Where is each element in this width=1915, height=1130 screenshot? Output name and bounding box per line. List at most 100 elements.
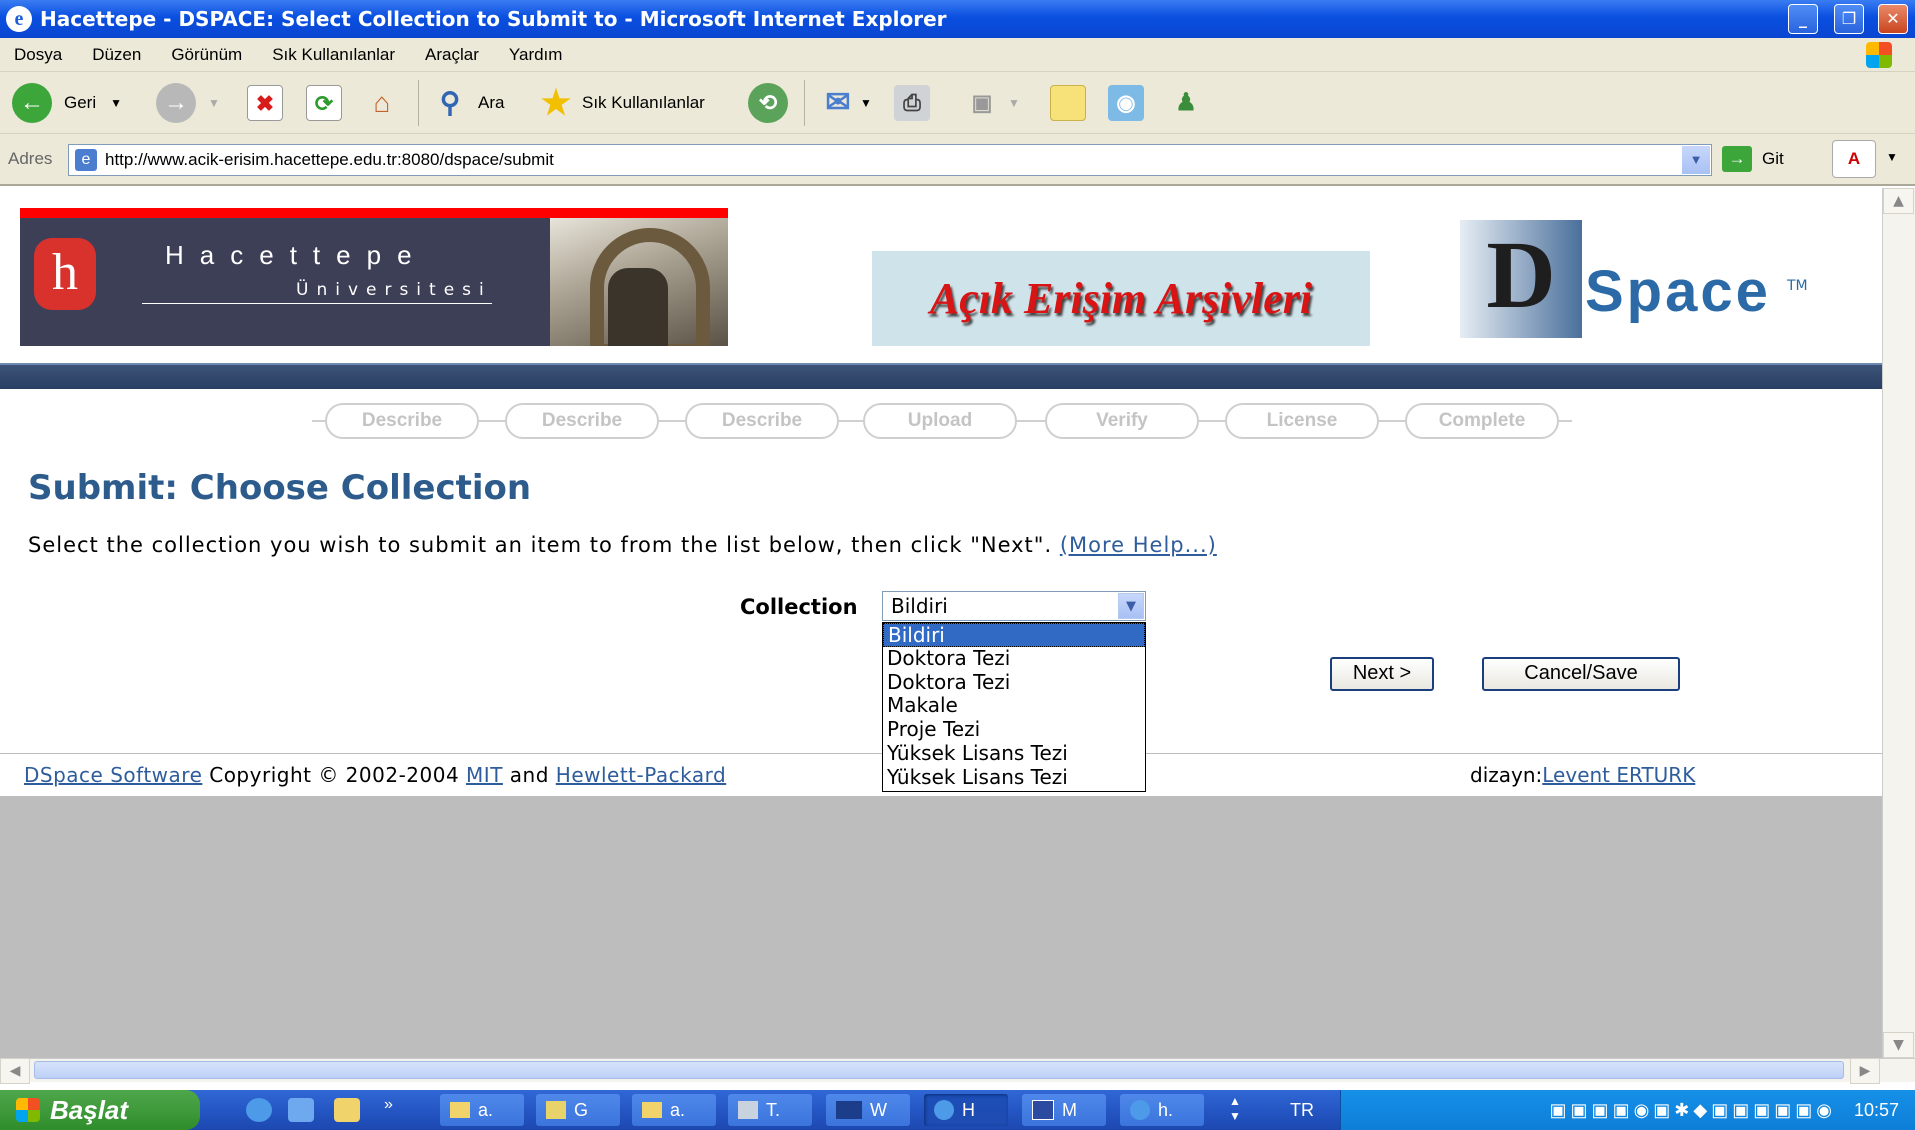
- edit-icon: ▣: [971, 90, 993, 115]
- collection-option[interactable]: Doktora Tezi: [883, 646, 1145, 671]
- collection-option[interactable]: Yüksek Lisans Tezi: [883, 765, 1145, 790]
- task-button[interactable]: T.: [728, 1094, 812, 1126]
- more-quicklaunch-icon[interactable]: »: [384, 1096, 393, 1114]
- menu-yardim[interactable]: Yardım: [509, 45, 563, 65]
- print-icon[interactable]: ⎙: [894, 85, 930, 121]
- address-input[interactable]: e http://www.acik-erisim.hacettepe.edu.t…: [68, 144, 1712, 176]
- forward-button[interactable]: → ▼: [156, 72, 220, 134]
- language-indicator[interactable]: TR: [1290, 1100, 1314, 1121]
- collection-option[interactable]: Proje Tezi: [883, 717, 1145, 742]
- computer-icon: [738, 1101, 758, 1119]
- stop-icon[interactable]: ✖: [247, 85, 283, 121]
- collection-select[interactable]: Bildiri ▼: [882, 591, 1146, 621]
- menu-araclar[interactable]: Araçlar: [425, 45, 479, 65]
- folder-icon: [642, 1102, 662, 1118]
- address-label: Adres: [8, 149, 53, 168]
- scroll-left-icon[interactable]: ◀: [0, 1058, 30, 1084]
- start-button[interactable]: Başlat: [0, 1090, 200, 1130]
- task-button[interactable]: a.: [440, 1094, 524, 1126]
- messenger-icon[interactable]: ♟: [1168, 85, 1204, 121]
- hp-link[interactable]: Hewlett-Packard: [556, 763, 726, 787]
- media-icon[interactable]: ◉: [1108, 85, 1144, 121]
- search-button[interactable]: ⚲ Ara: [432, 72, 505, 134]
- collection-option[interactable]: Bildiri: [883, 623, 1145, 647]
- dspace-logo-d: D: [1460, 220, 1582, 338]
- task-button[interactable]: G: [536, 1094, 620, 1126]
- page-title: Submit: Choose Collection: [28, 468, 532, 508]
- hacettepe-logo-icon: h: [34, 238, 96, 310]
- task-button[interactable]: W: [826, 1094, 910, 1126]
- discuss-icon[interactable]: [1050, 85, 1086, 121]
- step-complete: Complete: [1405, 403, 1559, 439]
- menu-duzen[interactable]: Düzen: [92, 45, 141, 65]
- app-icon: [546, 1101, 566, 1119]
- pdf-icon[interactable]: A: [1832, 140, 1876, 178]
- refresh-icon[interactable]: ⟳: [306, 85, 342, 121]
- next-button[interactable]: Next >: [1330, 657, 1434, 691]
- ie-quicklaunch-icon[interactable]: [246, 1098, 272, 1122]
- ie-icon: e: [6, 6, 32, 32]
- browser-viewport: h Hacettepe Üniversitesi Açık Erişim Arş…: [0, 188, 1882, 1058]
- task-button[interactable]: M: [1022, 1094, 1106, 1126]
- collection-label: Collection: [740, 595, 858, 619]
- task-button[interactable]: a.: [632, 1094, 716, 1126]
- ftp-icon: [836, 1101, 862, 1119]
- scroll-right-icon[interactable]: ▶: [1850, 1058, 1880, 1084]
- collection-option[interactable]: Doktora Tezi: [883, 670, 1145, 695]
- back-button[interactable]: ← Geri ▼: [12, 72, 122, 134]
- collection-option[interactable]: Makale: [883, 694, 1145, 718]
- cancel-save-button[interactable]: Cancel/Save: [1482, 657, 1680, 691]
- dspace-tm: TM: [1787, 278, 1808, 294]
- vertical-scrollbar[interactable]: ▲ ▼: [1882, 188, 1915, 1058]
- scroll-down-icon[interactable]: ▼: [1883, 1032, 1914, 1058]
- horizontal-scrollbar[interactable]: ◀ ▶: [0, 1058, 1915, 1084]
- edit-dropdown-icon: ▼: [1008, 96, 1020, 110]
- horizontal-scroll-thumb[interactable]: [34, 1061, 1844, 1079]
- maximize-button[interactable]: ❐: [1834, 4, 1864, 34]
- monument-photo: [550, 218, 728, 346]
- menu-favorites[interactable]: Sık Kullanılanlar: [272, 45, 395, 65]
- menu-dosya[interactable]: Dosya: [14, 45, 62, 65]
- more-help-link[interactable]: (More Help...): [1060, 533, 1217, 557]
- tray-icons[interactable]: ▣▣▣▣◉▣✱◆▣▣▣▣▣◉: [1550, 1100, 1836, 1121]
- minimize-button[interactable]: _: [1788, 4, 1818, 34]
- scroll-up-icon[interactable]: ▲: [1883, 188, 1914, 214]
- mail-icon[interactable]: ✉: [820, 85, 856, 121]
- collection-selected-value: Bildiri: [891, 594, 948, 618]
- collection-option[interactable]: Yüksek Lisans Tezi: [883, 741, 1145, 766]
- mail-dropdown-icon[interactable]: ▼: [860, 96, 872, 110]
- footer-design: dizayn:Levent ERTURK: [1470, 763, 1695, 787]
- go-label: Git: [1762, 149, 1784, 168]
- close-button[interactable]: ✕: [1878, 4, 1908, 34]
- menu-gorunum[interactable]: Görünüm: [171, 45, 242, 65]
- taskbar-scroll-icon[interactable]: ▲ ▼: [1224, 1094, 1246, 1126]
- back-dropdown-icon[interactable]: ▼: [110, 96, 122, 110]
- designer-link[interactable]: Levent ERTURK: [1542, 763, 1695, 787]
- step-verify: Verify: [1045, 403, 1199, 439]
- task-button[interactable]: h.: [1120, 1094, 1204, 1126]
- window-title: Hacettepe - DSPACE: Select Collection to…: [40, 7, 947, 31]
- dspace-software-link[interactable]: DSpace Software: [24, 763, 202, 787]
- dspace-logo-text: Space: [1585, 259, 1771, 324]
- go-button[interactable]: → Git: [1722, 146, 1784, 172]
- desktop-quicklaunch-icon[interactable]: [288, 1098, 314, 1122]
- task-button-active[interactable]: H: [924, 1094, 1008, 1126]
- header-rule: [0, 363, 1882, 389]
- search-label: Ara: [478, 93, 505, 112]
- chevron-down-icon[interactable]: ▼: [1118, 593, 1144, 619]
- step-describe-3: Describe: [685, 403, 839, 439]
- ie-icon: [1130, 1100, 1150, 1120]
- history-icon[interactable]: ⟲: [748, 83, 788, 123]
- favorites-button[interactable]: ★ Sık Kullanılanlar: [538, 72, 705, 134]
- pdf-dropdown-icon[interactable]: ▼: [1886, 150, 1898, 164]
- task-label: a.: [670, 1099, 686, 1120]
- and-text: and: [509, 763, 549, 787]
- mit-link[interactable]: MIT: [466, 763, 503, 787]
- collection-dropdown-list: Bildiri Doktora Tezi Doktora Tezi Makale…: [882, 622, 1146, 792]
- app-quicklaunch-icon[interactable]: [334, 1098, 360, 1122]
- address-dropdown-icon[interactable]: ▼: [1682, 146, 1710, 174]
- clock[interactable]: 10:57: [1854, 1100, 1899, 1121]
- task-label: H: [962, 1099, 975, 1120]
- home-icon[interactable]: ⌂: [364, 85, 400, 121]
- copyright-text: Copyright © 2002-2004: [209, 763, 460, 787]
